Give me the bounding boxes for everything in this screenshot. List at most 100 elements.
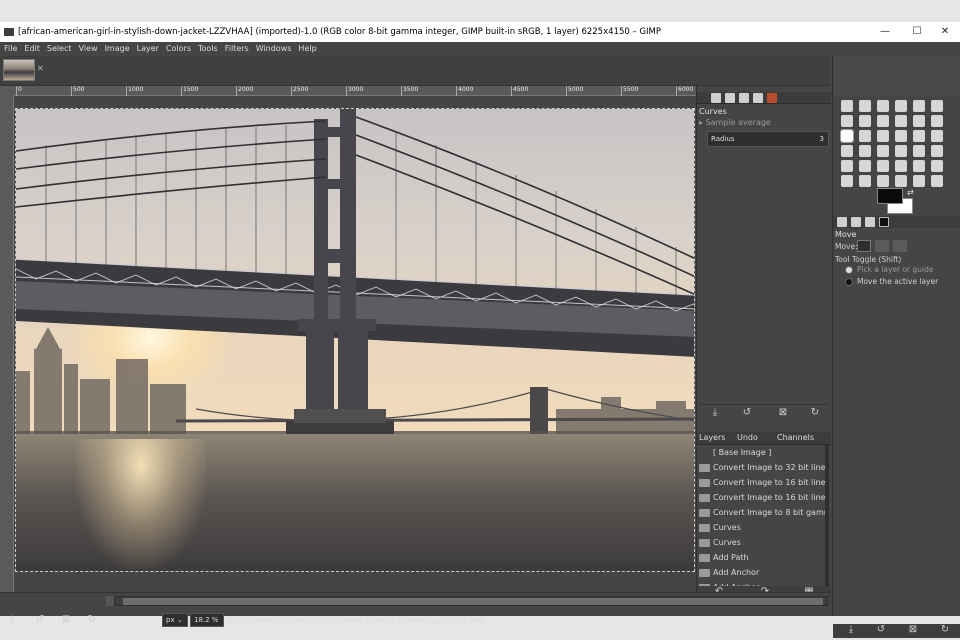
swap-colors-icon[interactable]: ⇄ [907, 188, 914, 197]
history-scrollbar[interactable] [825, 445, 829, 595]
move-tool-icon[interactable] [840, 129, 854, 143]
menu-edit[interactable]: Edit [20, 42, 43, 56]
menu-tools[interactable]: Tools [194, 42, 221, 56]
unified-transform-tool-icon[interactable] [877, 130, 889, 142]
tab-undo[interactable]: Undo [737, 433, 758, 442]
cage-tool-icon[interactable] [841, 145, 853, 157]
scrollbar-thumb[interactable] [123, 598, 823, 605]
mypaint-brush-tool-icon[interactable] [877, 160, 889, 172]
heal-tool-icon[interactable] [913, 160, 925, 172]
list-item[interactable]: Add Anchor [697, 565, 825, 580]
warp-transform-tool-icon[interactable] [895, 130, 907, 142]
minimize-button[interactable]: — [870, 22, 900, 42]
by-color-select-tool-icon[interactable] [913, 100, 925, 112]
foreground-select-tool-icon[interactable] [841, 115, 853, 127]
save-tool-preset-icon[interactable]: ⤓ [843, 624, 859, 636]
gradient-tool-icon[interactable] [895, 145, 907, 157]
horizontal-scrollbar[interactable] [114, 596, 828, 606]
revert-icon[interactable]: ↺ [32, 614, 48, 626]
zoom-select[interactable]: 18.2 % ⌄ [190, 613, 224, 636]
close-button[interactable]: ✕ [930, 22, 960, 42]
unit-select[interactable]: px ⌄ [162, 613, 188, 627]
perspective-clone-tool-icon[interactable] [877, 175, 889, 187]
list-item[interactable]: Add Path [697, 550, 825, 565]
perspective-tool-icon[interactable] [913, 130, 925, 142]
menu-colors[interactable]: Colors [162, 42, 194, 56]
paths-tool-icon[interactable] [859, 115, 871, 127]
scroll-left-button[interactable] [106, 596, 114, 606]
tool-options-icon[interactable] [837, 217, 847, 227]
image-thumbnail-tab[interactable] [3, 59, 35, 81]
ruler-corner[interactable] [0, 86, 14, 96]
menu-layer[interactable]: Layer [133, 42, 162, 56]
bucket-fill-tool-icon[interactable] [877, 145, 889, 157]
move-layer-mode-icon[interactable] [857, 240, 871, 252]
maximize-button[interactable]: ☐ [902, 22, 932, 42]
close-image-tab-icon[interactable]: ✕ [37, 64, 46, 73]
blur-tool-icon[interactable] [859, 175, 871, 187]
menu-view[interactable]: View [75, 42, 101, 56]
tab-channels[interactable]: Channels [777, 433, 814, 442]
list-item[interactable]: Curves [697, 520, 825, 535]
menu-help[interactable]: Help [294, 42, 319, 56]
reset-icon[interactable]: ↻ [807, 407, 823, 419]
handle-transform-tool-icon[interactable] [913, 175, 925, 187]
measure-tool-icon[interactable] [895, 115, 907, 127]
scissors-select-tool-icon[interactable] [931, 100, 943, 112]
sample-average-label[interactable]: ▸ Sample average [699, 118, 771, 127]
undo-tab-icon[interactable] [739, 93, 749, 103]
color-picker-tool-icon[interactable] [877, 115, 889, 127]
device-status-tab-icon[interactable] [725, 93, 735, 103]
seamless-clone-tool-icon[interactable] [931, 175, 943, 187]
crop-tool-icon[interactable] [859, 130, 871, 142]
foreground-color-swatch[interactable] [877, 188, 903, 204]
pencil-tool-icon[interactable] [931, 145, 943, 157]
eraser-tool-icon[interactable] [895, 175, 907, 187]
vertical-ruler[interactable] [0, 96, 14, 596]
smudge-tool-icon[interactable] [931, 160, 943, 172]
export-icon[interactable]: ⤓ [4, 614, 20, 626]
delete-icon[interactable]: ⊠ [58, 614, 74, 626]
paintbrush-tool-icon[interactable] [913, 145, 925, 157]
list-item[interactable]: [ Base Image ] [697, 445, 825, 460]
curves-tab-icon[interactable] [767, 93, 777, 103]
device-status-icon[interactable] [851, 217, 861, 227]
move-selection-mode-icon[interactable] [875, 240, 889, 252]
menu-select[interactable]: Select [43, 42, 75, 56]
delete-icon[interactable]: ⊠ [775, 407, 791, 419]
clone-tool-icon[interactable] [895, 160, 907, 172]
radio-move-active-layer[interactable] [845, 278, 853, 286]
menu-image[interactable]: Image [101, 42, 133, 56]
images-icon[interactable] [879, 217, 889, 227]
undo-history-icon[interactable] [865, 217, 875, 227]
delete-tool-preset-icon[interactable]: ⊠ [905, 624, 921, 636]
list-item[interactable]: Convert Image to 32 bit linear [697, 460, 825, 475]
menu-filters[interactable]: Filters [221, 42, 252, 56]
tab-layers[interactable]: Layers [699, 433, 725, 442]
horizontal-ruler[interactable]: 0 500 1000 1500 2000 2500 3000 3500 4000… [14, 86, 696, 96]
radio-pick-layer[interactable] [845, 266, 853, 274]
move-path-mode-icon[interactable] [893, 240, 907, 252]
align-tool-icon[interactable] [931, 115, 943, 127]
fuzzy-select-tool-icon[interactable] [895, 100, 907, 112]
ink-tool-icon[interactable] [859, 160, 871, 172]
ellipse-select-tool-icon[interactable] [859, 100, 871, 112]
zoom-tool-icon[interactable] [913, 115, 925, 127]
flip-tool-icon[interactable] [931, 130, 943, 142]
radius-field[interactable]: Radius 3 [707, 131, 829, 147]
free-select-tool-icon[interactable] [877, 100, 889, 112]
list-item[interactable]: Convert Image to 16 bit linear [697, 475, 825, 490]
restore-tool-preset-icon[interactable]: ↺ [873, 624, 889, 636]
rect-select-tool-icon[interactable] [841, 100, 853, 112]
image-canvas[interactable] [15, 108, 695, 572]
airbrush-tool-icon[interactable] [841, 160, 853, 172]
list-item[interactable]: Curves [697, 535, 825, 550]
reset-icon[interactable]: ↻ [84, 614, 100, 626]
images-tab-icon[interactable] [753, 93, 763, 103]
text-tool-icon[interactable] [859, 145, 871, 157]
menu-file[interactable]: File [0, 42, 20, 56]
dodge-burn-tool-icon[interactable] [841, 175, 853, 187]
tool-options-tab-icon[interactable] [711, 93, 721, 103]
list-item[interactable]: Convert Image to 16 bit linear [697, 490, 825, 505]
menu-windows[interactable]: Windows [252, 42, 295, 56]
